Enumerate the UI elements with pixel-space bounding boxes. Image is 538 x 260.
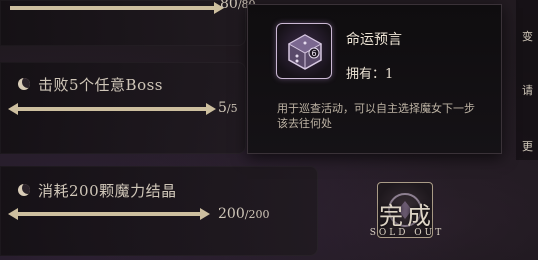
item-description: 用于巡查活动，可以自主选择魔女下一步该去往何处 [277, 102, 475, 130]
moon-icon [18, 184, 30, 196]
progress-text: 5/5 [218, 100, 238, 116]
item-tooltip: 6 命运预言 拥有：1 用于巡查活动，可以自主选择魔女下一步该去往何处 [247, 4, 502, 154]
task-row: 消耗200颗魔力结晶 200/200 [0, 166, 318, 256]
fate-dice-icon: 6 [276, 23, 332, 79]
progress-arrow-icon [206, 103, 216, 115]
progress-bar [14, 212, 204, 216]
svg-text:6: 6 [311, 49, 316, 58]
owned-label: 拥有： [346, 67, 386, 82]
task-row: 80/80 [0, 0, 256, 46]
progress-current: 80 [220, 0, 238, 12]
moon-icon [18, 78, 30, 90]
completed-stamp: 完成 [379, 202, 435, 230]
progress-text: 200/200 [218, 206, 269, 222]
progress-arrow-icon [200, 208, 210, 220]
side-panel-edge: 变 请 更 [516, 0, 538, 160]
owned-count: 1 [385, 67, 394, 82]
progress-current: 5 [218, 100, 227, 116]
edge-text: 请 [522, 84, 533, 97]
item-owned: 拥有：1 [346, 63, 393, 82]
sold-out-label: SOLD OUT [369, 228, 445, 238]
task-title: 消耗200颗魔力结晶 [38, 182, 177, 200]
edge-text: 变 [522, 30, 533, 43]
task-title: 击败5个任意Boss [38, 76, 163, 94]
progress-bar [14, 107, 210, 111]
edge-text: 更 [522, 140, 533, 153]
progress-total: /5 [226, 102, 238, 115]
progress-current: 200 [218, 206, 245, 222]
item-name: 命运预言 [346, 32, 402, 48]
progress-total: /200 [244, 208, 270, 221]
task-row: 击败5个任意Boss 5/5 [0, 62, 246, 154]
progress-bar [10, 6, 218, 10]
